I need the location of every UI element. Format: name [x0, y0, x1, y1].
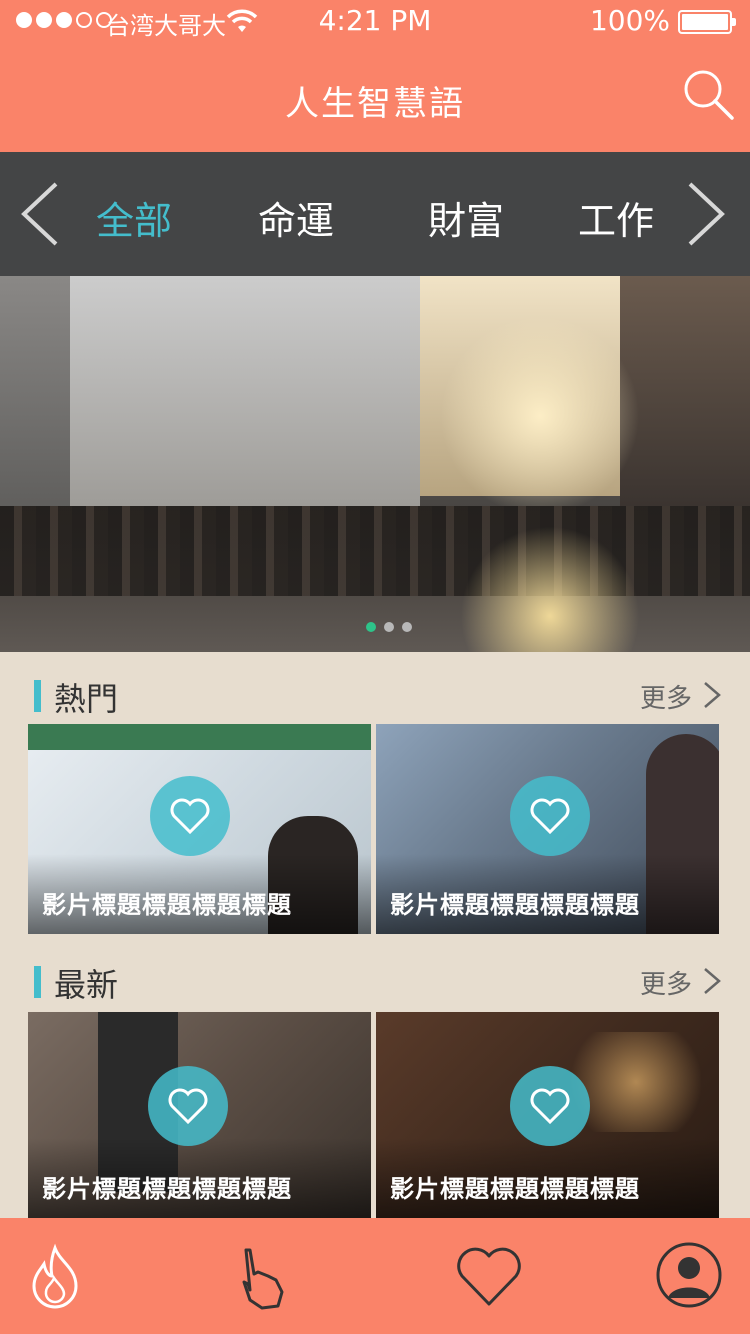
- video-card[interactable]: 影片標題標題標題標題: [28, 1012, 371, 1218]
- chevron-right-icon[interactable]: [702, 966, 722, 996]
- latest-section-header: 最新 更多: [0, 950, 750, 1010]
- video-card[interactable]: 影片標題標題標題標題: [376, 724, 719, 934]
- category-tab-wealth[interactable]: 財富: [428, 190, 504, 245]
- video-title: 影片標題標題標題標題: [42, 1175, 292, 1203]
- chevron-right-icon[interactable]: [684, 180, 728, 248]
- heart-icon: [530, 798, 570, 834]
- section-title: 最新: [54, 966, 119, 1004]
- hero-banner[interactable]: [0, 276, 750, 652]
- heart-icon: [170, 798, 210, 834]
- fire-icon[interactable]: [20, 1242, 90, 1312]
- header: 台湾大哥大 4:21 PM 100% 人生智慧語: [0, 0, 750, 152]
- battery-percent: 100%: [589, 4, 670, 37]
- page-dot[interactable]: [402, 622, 412, 632]
- favorite-button[interactable]: [510, 1066, 590, 1146]
- hot-section-header: 熱門 更多: [0, 664, 750, 724]
- page-dot[interactable]: [366, 622, 376, 632]
- more-link[interactable]: 更多: [640, 964, 692, 1001]
- page-title: 人生智慧語: [285, 84, 465, 124]
- video-title: 影片標題標題標題標題: [390, 1175, 640, 1203]
- tab-bar: [0, 1218, 750, 1334]
- category-tab-all[interactable]: 全部: [96, 190, 172, 245]
- status-bar: 台湾大哥大 4:21 PM 100%: [0, 0, 750, 44]
- chevron-right-icon[interactable]: [702, 680, 722, 710]
- battery-icon: [678, 10, 736, 34]
- more-link[interactable]: 更多: [640, 678, 692, 715]
- favorite-button[interactable]: [150, 776, 230, 856]
- favorite-button[interactable]: [510, 776, 590, 856]
- page-indicator[interactable]: [366, 622, 412, 632]
- heart-icon: [168, 1088, 208, 1124]
- video-card[interactable]: 影片標題標題標題標題: [28, 724, 371, 934]
- chevron-left-icon[interactable]: [18, 180, 62, 248]
- search-icon[interactable]: [680, 66, 736, 122]
- hand-icon[interactable]: [224, 1242, 294, 1312]
- heart-icon: [530, 1088, 570, 1124]
- section-title: 熱門: [54, 680, 119, 718]
- video-card[interactable]: 影片標題標題標題標題: [376, 1012, 719, 1218]
- profile-icon[interactable]: [656, 1242, 722, 1308]
- category-bar: 全部 命運 財富 工作: [0, 152, 750, 276]
- favorite-button[interactable]: [148, 1066, 228, 1146]
- category-tab-fate[interactable]: 命運: [258, 190, 334, 245]
- heart-icon[interactable]: [454, 1242, 524, 1312]
- video-title: 影片標題標題標題標題: [390, 891, 640, 919]
- video-title: 影片標題標題標題標題: [42, 891, 292, 919]
- category-tab-work[interactable]: 工作: [578, 190, 654, 245]
- page-dot[interactable]: [384, 622, 394, 632]
